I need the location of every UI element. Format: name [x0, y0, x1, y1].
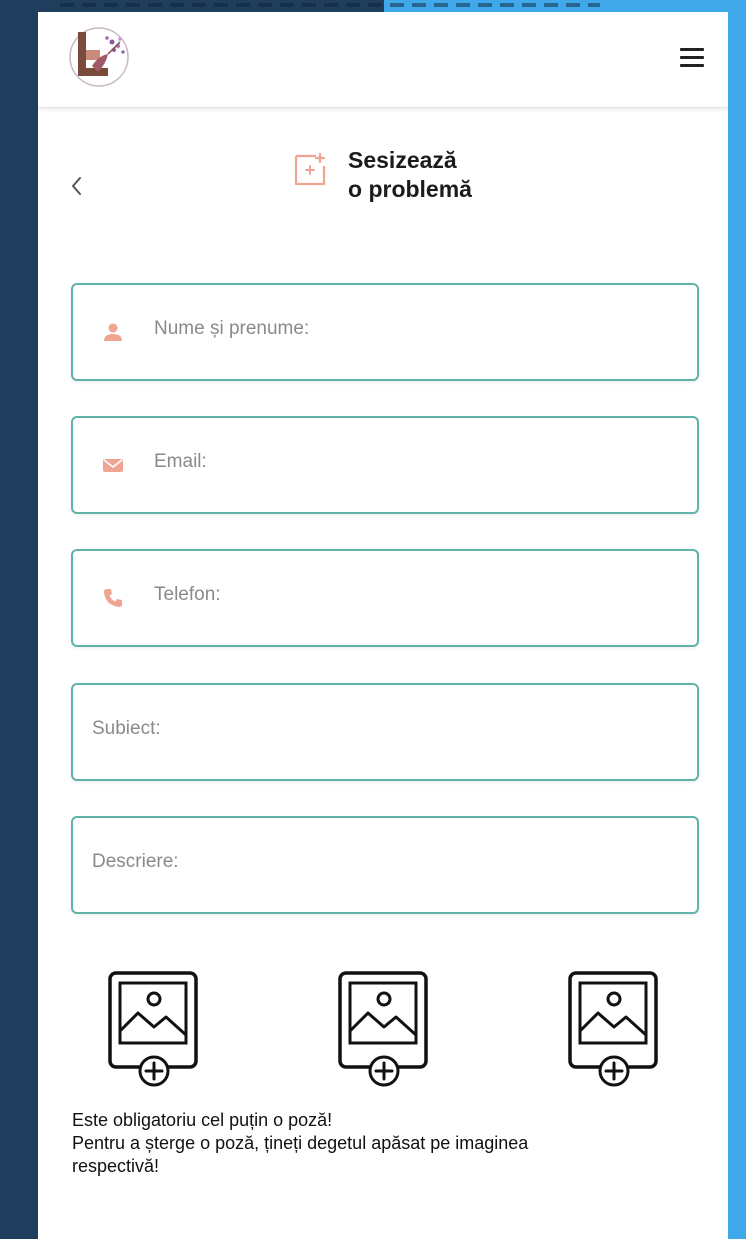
description-field-placeholder: Descriere: — [92, 851, 179, 872]
name-field-placeholder: Nume și prenume: — [154, 318, 310, 339]
phone-field[interactable]: Telefon: — [71, 549, 699, 647]
page-title-line1: Sesizează — [348, 147, 457, 173]
photo-requirements-note: Este obligatoriu cel puțin o poză! Pentr… — [72, 1109, 712, 1178]
app-header — [38, 12, 728, 108]
add-photo-icon[interactable] — [336, 969, 432, 1087]
app-logo-icon[interactable] — [68, 26, 130, 88]
hamburger-menu-icon[interactable] — [674, 40, 710, 74]
report-problem-icon — [294, 152, 326, 186]
page-title-line2: o problemă — [348, 176, 472, 202]
subject-field[interactable]: Subiect: — [71, 683, 699, 781]
phone-icon — [104, 589, 122, 607]
user-icon — [104, 323, 122, 341]
note-line-3: respectivă! — [72, 1156, 160, 1176]
page-title: Sesizează o problemă — [348, 146, 608, 204]
email-field[interactable]: Email: — [71, 416, 699, 514]
note-line-2: Pentru a șterge o poză, țineți degetul a… — [72, 1133, 529, 1153]
app-screen: Sesizează o problemă Nume și prenume: Em… — [38, 12, 728, 1239]
cropped-top-content — [60, 3, 600, 7]
phone-field-placeholder: Telefon: — [154, 584, 221, 605]
background-strip-blue — [728, 0, 746, 1239]
description-field[interactable]: Descriere: — [71, 816, 699, 914]
envelope-icon — [103, 459, 123, 472]
add-photo-icon[interactable] — [106, 969, 202, 1087]
add-photo-icon[interactable] — [566, 969, 662, 1087]
name-field[interactable]: Nume și prenume: — [71, 283, 699, 381]
subject-field-placeholder: Subiect: — [92, 718, 161, 739]
email-field-placeholder: Email: — [154, 451, 207, 472]
chevron-left-icon[interactable] — [60, 168, 96, 204]
note-line-1: Este obligatoriu cel puțin o poză! — [72, 1110, 333, 1130]
